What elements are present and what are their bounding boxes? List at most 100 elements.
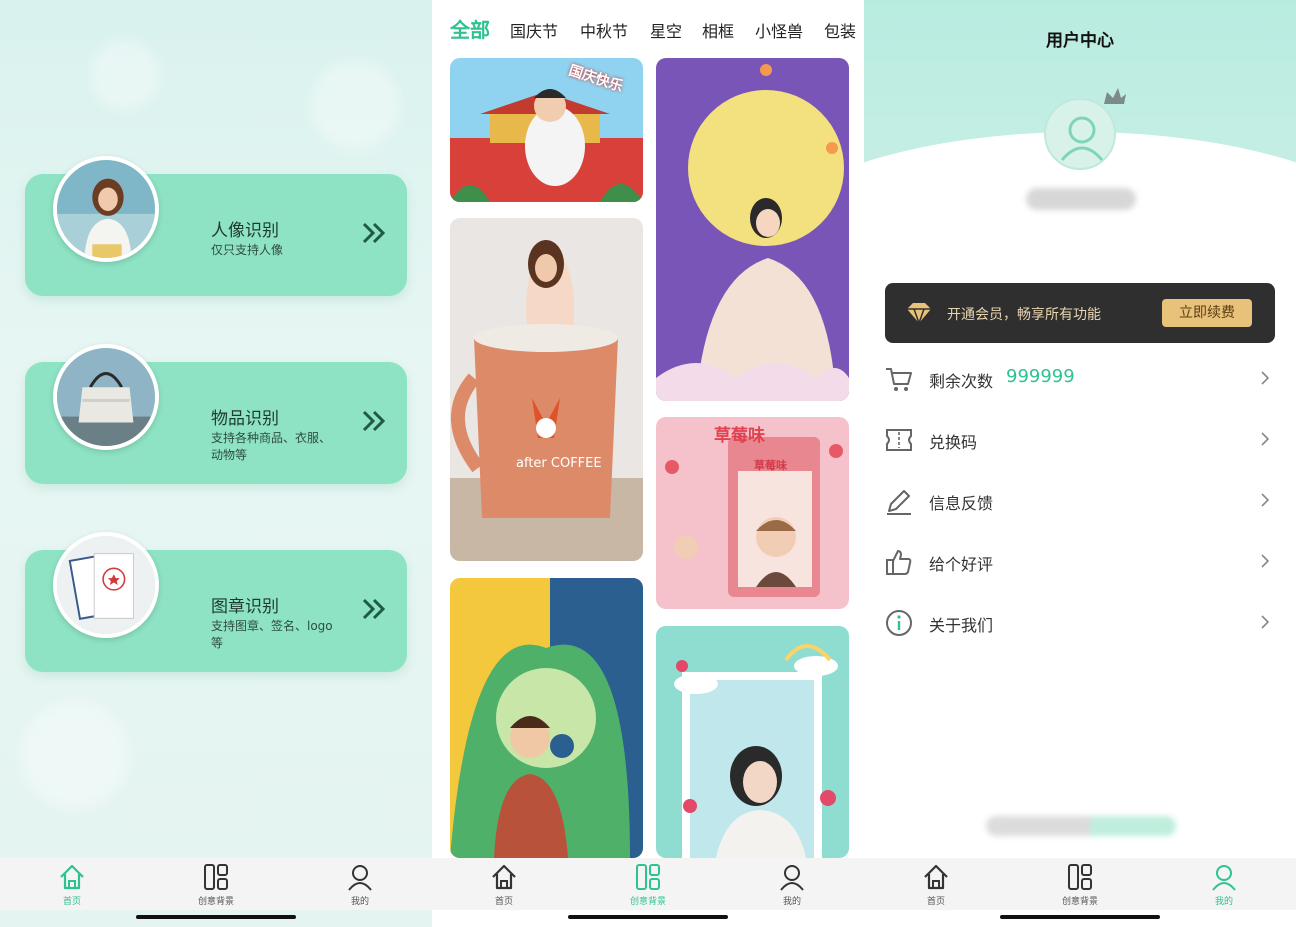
menu-label: 剩余次数 (929, 372, 994, 391)
home-icon (60, 864, 84, 890)
crown-icon (1104, 88, 1126, 104)
card-title: 物品识别 (211, 409, 279, 429)
nav-home[interactable]: 首页 (464, 862, 544, 908)
nav-mine[interactable]: 我的 (1184, 862, 1264, 908)
nav-label: 创意背景 (1061, 897, 1098, 907)
page-title: 用户中心 (1046, 31, 1114, 51)
nav-home[interactable]: 首页 (32, 862, 112, 908)
creative-backgrounds-screen: 全部 国庆节 中秋节 星空 相框 小怪兽 包装 国庆快乐 after COFFE… (432, 0, 864, 927)
menu-label: 兑换码 (929, 433, 978, 452)
nav-label: 创意背景 (197, 897, 234, 907)
tab-packaging[interactable]: 包装 (824, 18, 856, 42)
remaining-count-value: 999999 (1006, 366, 1075, 387)
avatar[interactable] (1044, 98, 1116, 170)
tab-little-monster[interactable]: 小怪兽 (755, 18, 803, 42)
tile-caption: after COFFEE (516, 456, 602, 471)
template-coffee-mug[interactable]: after COFFEE (450, 218, 643, 561)
card-subtitle: 支持各种商品、衣服、动物等 (211, 431, 332, 462)
nav-label: 我的 (350, 897, 369, 907)
layout-icon (1068, 864, 1092, 890)
pencil-icon (887, 490, 911, 515)
nav-mine[interactable]: 我的 (752, 862, 832, 908)
nav-mine[interactable]: 我的 (320, 862, 400, 908)
tab-mid-autumn[interactable]: 中秋节 (580, 18, 628, 42)
nav-creative-backgrounds[interactable]: 创意背景 (608, 862, 688, 908)
menu-redeem-code[interactable]: 兑换码 (884, 419, 1276, 465)
stamp-recognition-card[interactable]: 图章识别 支持图章、签名、logo等 (25, 532, 407, 672)
card-title: 人像识别 (211, 221, 279, 241)
portrait-thumbnail (53, 156, 159, 262)
nav-home[interactable]: 首页 (896, 862, 976, 908)
object-recognition-card[interactable]: 物品识别 支持各种商品、衣服、动物等 (25, 344, 407, 484)
template-strawberry[interactable]: 草莓味 草莓味 (656, 417, 849, 609)
tile-caption: 草莓味 (754, 459, 787, 472)
layout-icon (636, 864, 660, 890)
card-subtitle: 仅只支持人像 (211, 243, 284, 257)
nav-label: 我的 (1214, 897, 1233, 907)
decor-bubble (20, 700, 130, 810)
menu-remaining-count[interactable]: 剩余次数 999999 (884, 358, 1276, 404)
layout-icon (204, 864, 228, 890)
chevron-right-icon (1261, 432, 1270, 446)
user-icon (348, 865, 372, 891)
stamp-thumbnail (53, 532, 159, 638)
category-tabs: 全部 国庆节 中秋节 星空 相框 小怪兽 包装 (432, 14, 864, 44)
home-icon (492, 864, 516, 890)
chevron-right-icon (1261, 554, 1270, 568)
nav-label: 首页 (62, 897, 81, 907)
recognition-screen: 人像识别 仅只支持人像 物品识别 支持各种商品、衣服、动物等 图章识别 支持图章… (0, 0, 432, 927)
template-rainbow-frame[interactable] (656, 626, 849, 858)
chevron-right-icon (1261, 615, 1270, 629)
card-subtitle: 支持图章、签名、logo等 (211, 619, 333, 650)
object-thumbnail (53, 344, 159, 450)
user-icon (1212, 865, 1236, 891)
user-icon (780, 865, 804, 891)
portrait-recognition-card[interactable]: 人像识别 仅只支持人像 (25, 156, 407, 296)
menu-rate-app[interactable]: 给个好评 (884, 541, 1276, 587)
decor-bubble (310, 60, 400, 150)
vip-banner[interactable]: 开通会员，畅享所有功能 立即续费 (885, 283, 1275, 343)
double-chevron-right-icon (362, 410, 386, 432)
card-title: 图章识别 (211, 597, 279, 617)
footer-redacted (986, 816, 1176, 836)
chevron-right-icon (1261, 493, 1270, 507)
nav-label: 创意背景 (629, 897, 666, 907)
screens-container: 人像识别 仅只支持人像 物品识别 支持各种商品、衣服、动物等 图章识别 支持图章… (0, 0, 1296, 927)
decor-bubble (90, 40, 160, 110)
nav-label: 我的 (782, 897, 801, 907)
template-mid-autumn[interactable] (656, 58, 849, 401)
menu-label: 信息反馈 (929, 494, 994, 513)
home-indicator (136, 915, 296, 919)
tab-starry-sky[interactable]: 星空 (650, 18, 682, 42)
nav-label: 首页 (926, 897, 945, 907)
nav-creative-backgrounds[interactable]: 创意背景 (1040, 862, 1120, 908)
nav-label: 首页 (494, 897, 513, 907)
tab-photo-frame[interactable]: 相框 (702, 18, 734, 42)
tile-caption: 草莓味 (714, 426, 765, 446)
menu-label: 关于我们 (929, 616, 994, 635)
vip-banner-text: 开通会员，畅享所有功能 (947, 307, 1101, 323)
home-indicator (568, 915, 728, 919)
user-center-screen: 用户中心 开通会员，畅享所有功能 立即续费 剩余次数 999999 兑换码 信息… (864, 0, 1296, 927)
tab-all[interactable]: 全部 (450, 14, 490, 43)
nav-creative-backgrounds[interactable]: 创意背景 (176, 862, 256, 908)
double-chevron-right-icon (362, 598, 386, 620)
username-redacted (1026, 188, 1136, 210)
menu-about-us[interactable]: 关于我们 (884, 602, 1276, 648)
ticket-icon (886, 429, 912, 451)
home-indicator (1000, 915, 1160, 919)
diamond-icon (907, 303, 931, 325)
menu-label: 给个好评 (929, 555, 994, 574)
menu-feedback[interactable]: 信息反馈 (884, 480, 1276, 526)
default-avatar-icon (1060, 116, 1104, 161)
bottom-navigation: 首页 创意背景 我的 (864, 858, 1296, 910)
cart-icon (886, 368, 912, 391)
template-little-monster[interactable] (450, 578, 643, 858)
bottom-navigation: 首页 创意背景 我的 (0, 858, 432, 910)
tab-national-day[interactable]: 国庆节 (510, 18, 558, 42)
template-national-day[interactable]: 国庆快乐 (450, 58, 643, 202)
double-chevron-right-icon (362, 222, 386, 244)
renew-button[interactable]: 立即续费 (1162, 299, 1252, 327)
bottom-navigation: 首页 创意背景 我的 (432, 858, 864, 910)
home-icon (924, 864, 948, 890)
